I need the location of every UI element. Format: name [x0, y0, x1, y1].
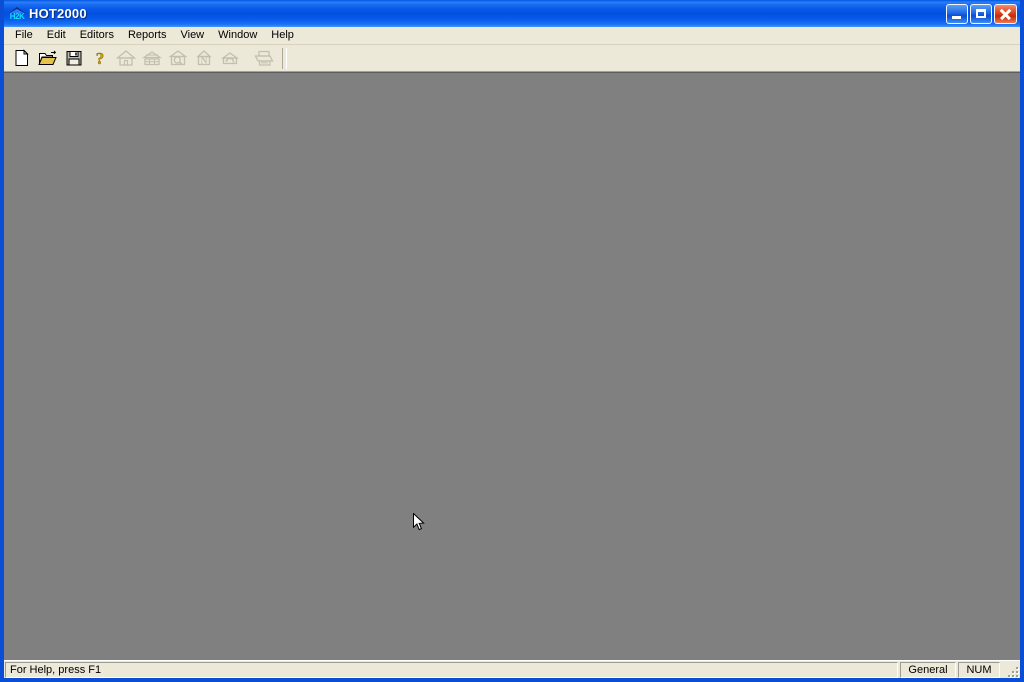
house-button[interactable]	[114, 47, 138, 70]
menu-item-edit[interactable]: Edit	[40, 28, 73, 44]
maximize-icon	[976, 8, 986, 18]
print-button[interactable]	[252, 47, 276, 70]
h2k-house-icon[interactable]: H2K	[9, 6, 25, 22]
menu-item-file[interactable]: File	[8, 28, 40, 44]
toolbar-separator	[282, 47, 287, 69]
help-button[interactable]: ?	[88, 47, 112, 70]
printer-icon	[254, 50, 274, 66]
minimize-icon	[952, 15, 961, 19]
h2k-icon-label: H2K	[9, 11, 25, 21]
mouse-pointer	[413, 513, 425, 531]
resize-grip[interactable]	[1003, 662, 1019, 678]
question-mark-icon: ?	[96, 49, 105, 67]
house-results-button[interactable]	[166, 47, 190, 70]
new-file-button[interactable]	[10, 47, 34, 70]
svg-text:?: ?	[96, 49, 105, 67]
menu-item-editors[interactable]: Editors	[73, 28, 121, 44]
menu-item-view[interactable]: View	[173, 28, 211, 44]
house-north-icon: N	[196, 50, 212, 66]
minimize-button[interactable]	[946, 3, 968, 24]
menu-item-reports[interactable]: Reports	[121, 28, 174, 44]
open-file-button[interactable]	[36, 47, 60, 70]
status-pane-num: NUM	[958, 661, 1000, 678]
application-window: H2K HOT2000 File Edit Editors Reports Vi…	[0, 0, 1024, 682]
house-north-button[interactable]: N	[192, 47, 216, 70]
window-title: HOT2000	[29, 6, 87, 21]
status-pane-general: General	[900, 661, 956, 678]
mdi-client-area[interactable]	[4, 72, 1020, 660]
house-upgrade-button[interactable]	[218, 47, 242, 70]
close-button[interactable]	[994, 3, 1017, 24]
window-controls	[946, 3, 1018, 24]
house-foundation-icon	[142, 51, 162, 66]
toolbar: ? N	[4, 45, 1020, 72]
house-recycle-icon	[220, 52, 240, 65]
house-magnifier-icon	[168, 50, 188, 66]
foundation-button[interactable]	[140, 47, 164, 70]
menu-item-help[interactable]: Help	[264, 28, 301, 44]
house-icon	[116, 50, 136, 66]
save-file-button[interactable]	[62, 47, 86, 70]
title-bar[interactable]: H2K HOT2000	[4, 0, 1020, 27]
status-message: For Help, press F1	[5, 661, 898, 678]
svg-text:N: N	[201, 56, 208, 66]
new-document-icon	[15, 49, 29, 66]
open-folder-icon	[38, 50, 57, 65]
maximize-button[interactable]	[970, 3, 992, 24]
status-bar: For Help, press F1 General NUM	[4, 660, 1020, 678]
menu-item-window[interactable]: Window	[211, 28, 264, 44]
floppy-disk-icon	[66, 51, 82, 66]
menu-bar: File Edit Editors Reports View Window He…	[4, 27, 1020, 45]
